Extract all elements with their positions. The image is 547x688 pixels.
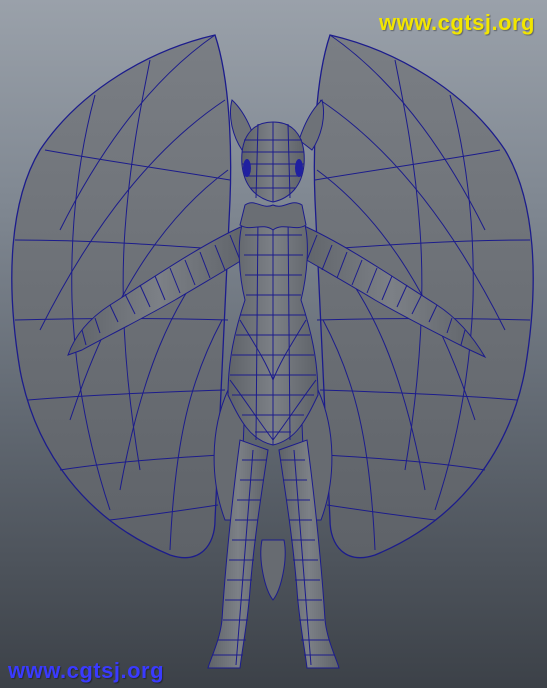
watermark-bottom: www.cgtsj.org (8, 658, 165, 683)
left-wing (11, 34, 232, 559)
left-eye-highlight (243, 159, 251, 177)
right-eye-highlight (295, 159, 303, 177)
head (229, 99, 325, 203)
viewport-3d[interactable]: www.cgtsj.org www.cgtsj.org (0, 0, 547, 688)
watermark-top: www.cgtsj.org (378, 10, 535, 35)
torso (227, 202, 319, 446)
character-wireframe-model (11, 34, 534, 669)
